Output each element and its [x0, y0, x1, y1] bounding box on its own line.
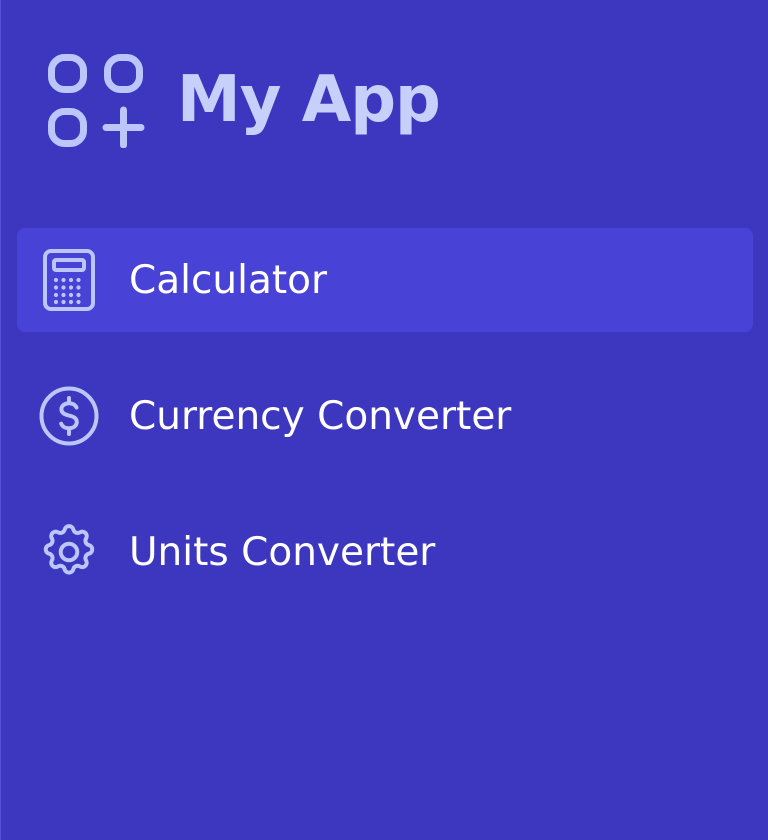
app-title: My App — [177, 63, 441, 137]
sidebar-item-currency-converter[interactable]: Currency Converter — [17, 364, 753, 468]
calculator-icon — [37, 248, 101, 312]
sidebar: My App Calculator Currency Converter Uni… — [0, 0, 768, 840]
apps-add-icon — [48, 54, 145, 148]
brand: My App — [47, 52, 441, 148]
dollar-circle-icon — [37, 384, 101, 448]
sidebar-item-label: Units Converter — [129, 529, 436, 575]
sidebar-item-calculator[interactable]: Calculator — [17, 228, 753, 332]
sidebar-item-label: Calculator — [129, 257, 328, 303]
gear-icon — [37, 520, 101, 584]
sidebar-item-units-converter[interactable]: Units Converter — [17, 500, 753, 604]
sidebar-item-label: Currency Converter — [129, 393, 512, 439]
